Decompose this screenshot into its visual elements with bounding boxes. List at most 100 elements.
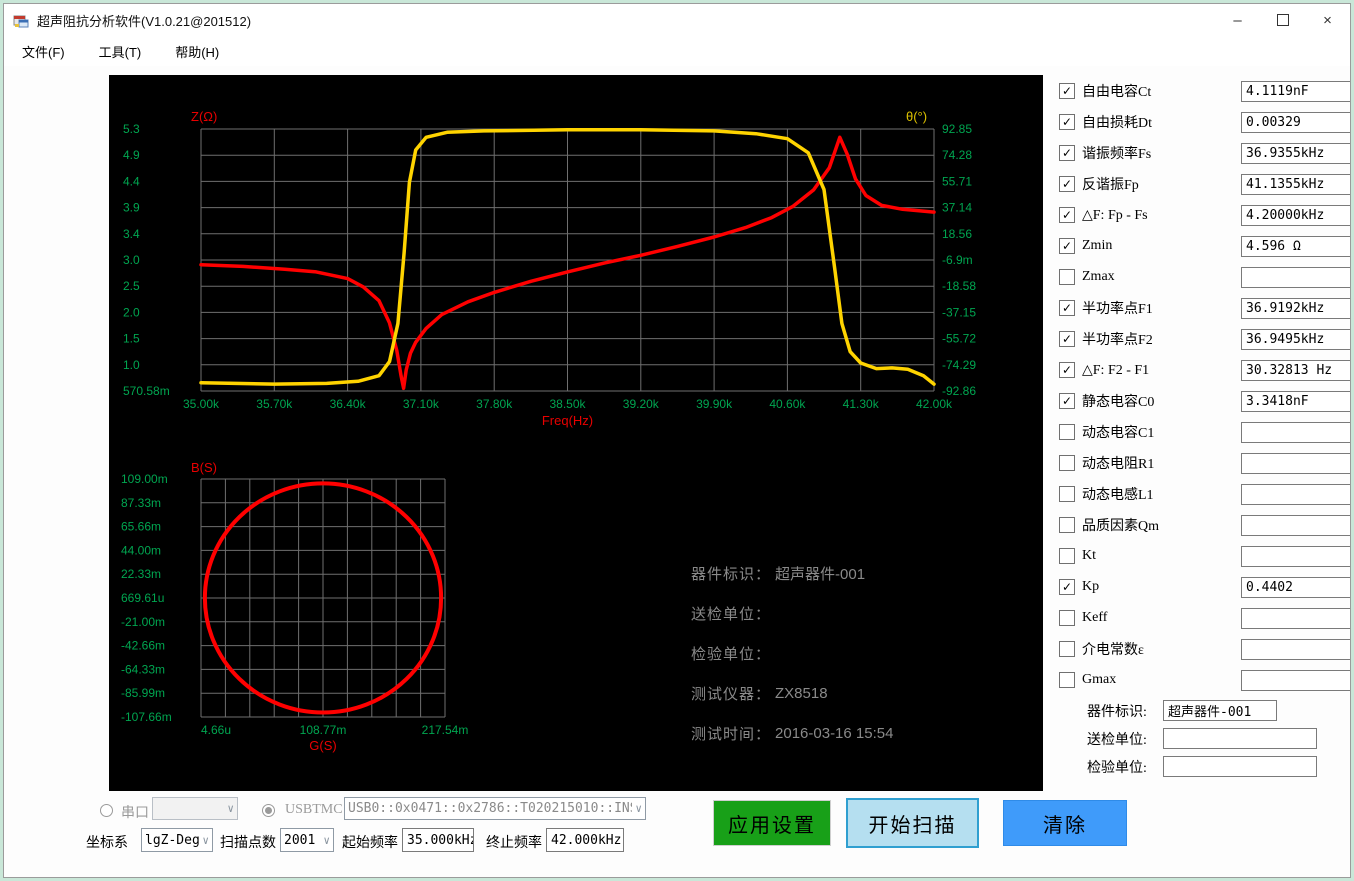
svg-text:37.80k: 37.80k xyxy=(476,397,513,411)
usbtmc-radio[interactable] xyxy=(262,804,275,817)
overlay-line: 测试时间： 2016-03-16 15:54 xyxy=(691,713,893,753)
result-value-field[interactable] xyxy=(1241,452,1350,474)
stop-freq-input[interactable]: 42.000kHz xyxy=(546,828,624,852)
menu-help[interactable]: 帮助(H) xyxy=(165,38,229,65)
result-checkbox[interactable] xyxy=(1059,610,1075,626)
result-value-field[interactable] xyxy=(1241,514,1350,536)
coord-system-combo[interactable]: lgZ-Deg ∨ xyxy=(141,828,213,852)
result-value-field[interactable]: 3.3418nF xyxy=(1241,390,1350,412)
result-checkbox[interactable]: ✓ xyxy=(1059,238,1075,254)
result-value-field[interactable]: 0.00329 xyxy=(1241,111,1350,133)
minimize-button[interactable]: – xyxy=(1215,4,1260,36)
result-value-field[interactable] xyxy=(1241,483,1350,505)
result-value-field[interactable]: 41.1355kHz xyxy=(1241,173,1350,195)
scan-points-combo[interactable]: 2001 ∨ xyxy=(280,828,334,852)
result-checkbox[interactable] xyxy=(1059,424,1075,440)
extra-field-label: 器件标识: xyxy=(1087,704,1147,720)
maximize-button[interactable] xyxy=(1260,4,1305,36)
svg-text:B(S): B(S) xyxy=(191,460,217,475)
usbtmc-address-combo[interactable]: USB0::0x0471::0x2786::T020215010::INSTR … xyxy=(344,797,646,820)
result-value-field[interactable] xyxy=(1241,421,1350,443)
start-freq-input[interactable]: 35.000kHz xyxy=(402,828,474,852)
result-value-field[interactable]: 0.4402 xyxy=(1241,576,1350,598)
extra-field-input[interactable] xyxy=(1163,728,1317,749)
svg-text:38.50k: 38.50k xyxy=(549,397,586,411)
start-scan-button[interactable]: 开始扫描 xyxy=(846,798,979,848)
svg-text:109.00m: 109.00m xyxy=(121,472,168,486)
svg-text:87.33m: 87.33m xyxy=(121,496,161,510)
result-checkbox[interactable] xyxy=(1059,641,1075,657)
result-checkbox[interactable]: ✓ xyxy=(1059,331,1075,347)
result-checkbox[interactable] xyxy=(1059,455,1075,471)
result-row: ✓ 自由损耗Dt 0.00329 xyxy=(1059,111,1350,133)
svg-text:39.90k: 39.90k xyxy=(696,397,733,411)
apply-settings-button[interactable]: 应用设置 xyxy=(713,800,831,846)
svg-text:3.4: 3.4 xyxy=(123,227,140,241)
result-value-field[interactable]: 36.9495kHz xyxy=(1241,328,1350,350)
result-checkbox[interactable]: ✓ xyxy=(1059,207,1075,223)
serial-radio[interactable] xyxy=(100,804,113,817)
result-row: Gmax xyxy=(1059,669,1350,691)
chevron-down-icon: ∨ xyxy=(635,802,642,815)
result-value-field[interactable] xyxy=(1241,607,1350,629)
result-value-field[interactable]: 4.1119nF xyxy=(1241,80,1350,102)
result-checkbox[interactable]: ✓ xyxy=(1059,579,1075,595)
result-label: Zmin xyxy=(1082,238,1113,253)
svg-text:41.30k: 41.30k xyxy=(843,397,880,411)
result-value-field[interactable]: 4.596 Ω xyxy=(1241,235,1350,257)
serial-radio-label: 串口 xyxy=(121,806,149,821)
result-checkbox[interactable]: ✓ xyxy=(1059,300,1075,316)
window-title: 超声阻抗分析软件(V1.0.21@201512) xyxy=(37,13,252,29)
overlay-line: 送检单位： xyxy=(691,593,893,633)
svg-text:42.00k: 42.00k xyxy=(916,397,953,411)
usbtmc-radio-label: USBTMC xyxy=(285,802,343,817)
clear-button[interactable]: 清除 xyxy=(1003,800,1127,846)
result-value-field[interactable]: 30.32813 Hz xyxy=(1241,359,1350,381)
svg-text:θ(°): θ(°) xyxy=(906,109,927,124)
result-value-field[interactable]: 36.9355kHz xyxy=(1241,142,1350,164)
result-label: Zmax xyxy=(1082,269,1115,284)
result-value-field[interactable] xyxy=(1241,638,1350,660)
result-checkbox[interactable]: ✓ xyxy=(1059,362,1075,378)
result-value-field[interactable]: 36.9192kHz xyxy=(1241,297,1350,319)
result-checkbox[interactable] xyxy=(1059,548,1075,564)
overlay-value: 超声器件-001 xyxy=(775,565,866,583)
app-icon xyxy=(13,15,29,28)
close-button[interactable]: × xyxy=(1305,4,1350,36)
title-bar: 超声阻抗分析软件(V1.0.21@201512) – × xyxy=(4,4,1350,36)
result-label: 动态电容C1 xyxy=(1082,426,1155,441)
result-label: 品质因素Qm xyxy=(1082,519,1159,534)
result-checkbox[interactable] xyxy=(1059,672,1075,688)
start-freq-label: 起始频率 xyxy=(342,836,398,851)
svg-text:-85.99m: -85.99m xyxy=(121,686,165,700)
result-row: 品质因素Qm xyxy=(1059,514,1350,536)
result-checkbox[interactable]: ✓ xyxy=(1059,83,1075,99)
svg-text:217.54m: 217.54m xyxy=(422,723,469,737)
result-value-field[interactable] xyxy=(1241,266,1350,288)
svg-text:-37.15: -37.15 xyxy=(942,305,976,319)
result-checkbox[interactable]: ✓ xyxy=(1059,176,1075,192)
result-checkbox[interactable]: ✓ xyxy=(1059,393,1075,409)
result-checkbox[interactable] xyxy=(1059,517,1075,533)
svg-text:35.70k: 35.70k xyxy=(256,397,293,411)
svg-text:55.71: 55.71 xyxy=(942,174,972,188)
extra-field-input[interactable]: 超声器件-001 xyxy=(1163,700,1277,721)
result-label: Keff xyxy=(1082,610,1108,625)
overlay-line: 测试仪器： ZX8518 xyxy=(691,673,893,713)
results-rows: ✓ 自由电容Ct 4.1119nF ✓ 自由损耗Dt 0.00329 ✓ 谐振频率Fs 36.9… xyxy=(1059,80,1350,691)
result-checkbox[interactable] xyxy=(1059,269,1075,285)
extra-field-row: 送检单位: xyxy=(1059,728,1350,749)
result-value-field[interactable]: 4.20000kHz xyxy=(1241,204,1350,226)
overlay-line: 检验单位： xyxy=(691,633,893,673)
extra-field-input[interactable] xyxy=(1163,756,1317,777)
menu-tools[interactable]: 工具(T) xyxy=(89,38,152,65)
serial-port-combo[interactable]: ∨ xyxy=(152,797,238,820)
result-value-field[interactable] xyxy=(1241,669,1350,691)
menu-file[interactable]: 文件(F) xyxy=(12,38,75,65)
result-row: ✓ Kp 0.4402 xyxy=(1059,576,1350,598)
result-checkbox[interactable] xyxy=(1059,486,1075,502)
result-checkbox[interactable]: ✓ xyxy=(1059,145,1075,161)
result-label: Gmax xyxy=(1082,672,1117,687)
result-value-field[interactable] xyxy=(1241,545,1350,567)
result-checkbox[interactable]: ✓ xyxy=(1059,114,1075,130)
